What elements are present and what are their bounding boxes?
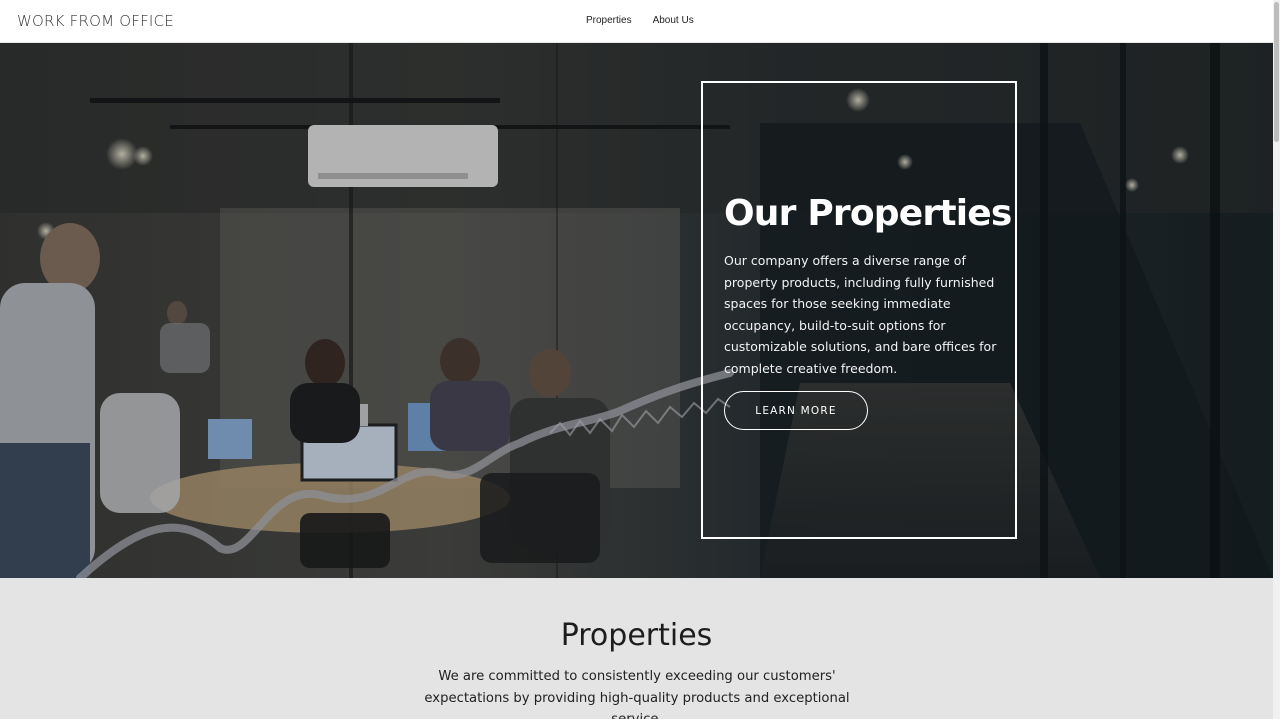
properties-heading: Properties — [560, 618, 713, 653]
top-navbar: WORK FROM OFFICE Properties About Us — [0, 0, 1273, 43]
hero-section: Our Properties Our company offers a dive… — [0, 43, 1273, 578]
hero-description: Our company offers a diverse range of pr… — [724, 253, 997, 376]
hero-title: Our Properties — [724, 193, 1012, 234]
main-nav: Properties About Us — [586, 15, 694, 26]
learn-more-button[interactable]: LEARN MORE — [724, 391, 868, 430]
properties-description: We are committed to consistently exceedi… — [424, 669, 850, 719]
hero-card: Our Properties Our company offers a dive… — [701, 81, 1017, 539]
page-scrollbar[interactable] — [1273, 0, 1280, 719]
properties-section: Properties We are committed to consisten… — [0, 578, 1273, 719]
page: WORK FROM OFFICE Properties About Us Our… — [0, 0, 1280, 719]
hero-background-photo — [0, 43, 1273, 578]
nav-link-properties[interactable]: Properties — [586, 15, 632, 26]
scrollbar-thumb[interactable] — [1274, 2, 1279, 142]
brand-logo[interactable]: WORK FROM OFFICE — [17, 12, 174, 30]
nav-link-about-us[interactable]: About Us — [653, 15, 694, 26]
